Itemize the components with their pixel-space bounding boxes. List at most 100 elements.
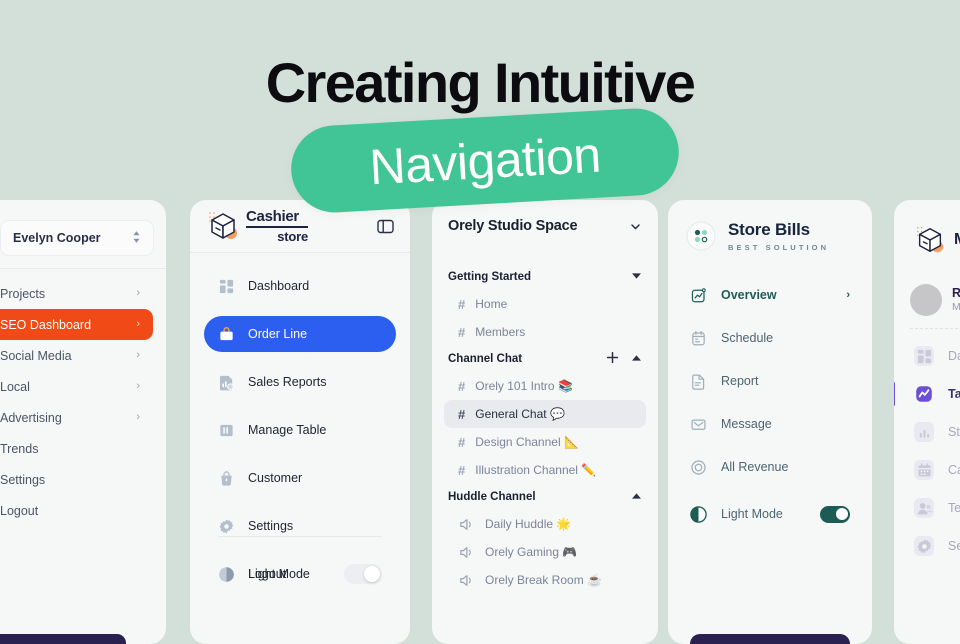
store-bills-nav-item-overview[interactable]: Overview ›	[684, 280, 856, 310]
brand-name: Store Bills	[728, 220, 810, 239]
light-mode-label: Light Mode	[248, 567, 310, 581]
channel-item[interactable]: # Illustration Channel ✏️	[444, 456, 646, 484]
envelope-icon	[690, 416, 707, 433]
nav-item-label: All Revenue	[721, 460, 789, 474]
channel-item[interactable]: Orely Gaming 🎮	[444, 538, 646, 566]
hash-icon: #	[458, 296, 466, 312]
purple-nav-item-4[interactable]: Te	[910, 494, 960, 522]
triangle-down-icon[interactable]	[631, 271, 642, 283]
store-bills-nav-item-schedule[interactable]: Schedule	[684, 323, 856, 353]
channel-item[interactable]: # General Chat 💬	[444, 400, 646, 428]
seo-nav-item-local[interactable]: Local ›	[0, 371, 153, 402]
avatar	[910, 284, 942, 316]
nav-item-label: Manage Table	[248, 423, 327, 437]
report-chart-icon	[218, 374, 235, 391]
channel-item[interactable]: # Orely 101 Intro 📚	[444, 372, 646, 400]
cashier-nav-item-dashboard[interactable]: Dashboard	[204, 268, 396, 304]
chevron-down-icon[interactable]	[629, 220, 642, 233]
nav-item-label: St	[948, 425, 960, 439]
store-bills-nav-list: Overview › Schedule Report Message All Revenu…	[668, 280, 872, 495]
nav-item-label: Trends	[0, 441, 39, 456]
purple-nav-item-1[interactable]: Ta	[894, 380, 960, 408]
channel-item[interactable]: # Design Channel 📐	[444, 428, 646, 456]
purple-nav-item-2[interactable]: St	[910, 418, 960, 446]
purple-nav-item-0[interactable]: Da	[910, 342, 960, 370]
toggle-knob	[364, 566, 380, 582]
cashier-nav-item-order-line[interactable]: Order Line	[204, 316, 396, 352]
half-circle-contrast-icon	[218, 566, 235, 583]
triangle-up-icon[interactable]	[631, 353, 642, 365]
user-selector[interactable]: Evelyn Cooper	[0, 220, 154, 256]
seo-nav-item-social-media[interactable]: Social Media ›	[0, 340, 153, 371]
brand-tagline: BEST SOLUTION	[728, 243, 830, 252]
cashier-store-sidebar-panel: Cashier store Dashboard Order Line Sales R…	[190, 200, 410, 644]
channel-group-title: Getting Started	[448, 271, 532, 283]
brand-rule	[246, 226, 308, 228]
grid-dashboard-icon	[914, 346, 934, 366]
channel-group-header[interactable]: Huddle Channel	[444, 484, 646, 510]
nav-item-label: Customer	[248, 471, 303, 485]
chevron-right-icon: ›	[136, 411, 140, 423]
nav-item-label: Da	[948, 349, 960, 363]
light-mode-toggle[interactable]	[344, 564, 382, 584]
navigation-badge-label: Navigation	[367, 126, 603, 195]
light-mode-toggle[interactable]	[820, 505, 850, 523]
nav-item-label: Local	[0, 379, 30, 394]
seo-nav-item-settings[interactable]: Settings	[0, 464, 153, 495]
brand-line-2: store	[277, 229, 308, 244]
light-mode-row[interactable]: Light Mode	[204, 556, 396, 592]
channel-item[interactable]: Orely Break Room ☕	[444, 566, 646, 594]
bottom-action-bar[interactable]	[0, 634, 126, 644]
channel-item[interactable]: # Members	[444, 318, 646, 346]
store-bills-nav-item-message[interactable]: Message	[684, 409, 856, 439]
plus-icon[interactable]	[606, 351, 619, 367]
channel-list: Getting Started # Home # Members Channel Chat…	[432, 264, 658, 594]
purple-nav-item-3[interactable]: Ca	[910, 456, 960, 484]
bottom-action-bar[interactable]	[690, 634, 850, 644]
seo-nav-item-projects[interactable]: Projects ›	[0, 278, 153, 309]
light-mode-row[interactable]: Light Mode	[684, 499, 856, 529]
channel-label: Design Channel 📐	[475, 435, 579, 449]
store-bills-sidebar-panel: Store Bills BEST SOLUTION Overview › Sched…	[668, 200, 872, 644]
order-receipt-icon	[218, 326, 235, 343]
hash-icon: #	[458, 378, 466, 394]
channel-item[interactable]: # Home	[444, 290, 646, 318]
grid-dashboard-icon	[218, 278, 235, 295]
store-bills-nav-item-all-revenue[interactable]: All Revenue	[684, 452, 856, 482]
seo-nav-item-seo-dashboard[interactable]: SEO Dashboard ›	[0, 309, 153, 340]
nav-item-label: Social Media	[0, 348, 72, 363]
purple-nav-item-5[interactable]: Se	[910, 532, 960, 560]
nav-item-label: Message	[721, 417, 772, 431]
seo-nav-item-logout[interactable]: Logout	[0, 495, 153, 526]
bag-customer-icon	[218, 470, 235, 487]
speaker-icon	[458, 544, 475, 561]
navigation-badge: Navigation	[288, 106, 682, 215]
divider	[218, 536, 382, 537]
seo-nav-item-trends[interactable]: Trends	[0, 433, 153, 464]
nav-item-label: Report	[721, 374, 759, 388]
page-title: Creating Intuitive	[265, 51, 696, 114]
channel-item[interactable]: Daily Huddle 🌟	[444, 510, 646, 538]
seo-nav-item-advertising[interactable]: Advertising ›	[0, 402, 153, 433]
cashier-nav-item-settings[interactable]: Settings	[204, 508, 396, 544]
channel-group-header[interactable]: Getting Started	[444, 264, 646, 290]
task-activity-icon	[914, 384, 934, 404]
box-3d-icon	[914, 224, 946, 256]
cashier-nav-item-sales-reports[interactable]: Sales Reports	[204, 364, 396, 400]
user-name: Evelyn Cooper	[13, 231, 101, 245]
purple-nav-list: Da Ta St Ca Te Se	[894, 342, 960, 570]
sidebar-collapse-icon[interactable]	[377, 218, 394, 235]
nav-item-label: Ta	[948, 387, 960, 401]
store-bills-nav-item-report[interactable]: Report	[684, 366, 856, 396]
cashier-nav-item-customer[interactable]: Customer	[204, 460, 396, 496]
table-columns-icon	[218, 422, 235, 439]
seo-sidebar-panel: Evelyn Cooper Projects › SEO Dashboard › Soc…	[0, 200, 166, 644]
gear-icon	[914, 536, 934, 556]
cashier-nav-item-manage-table[interactable]: Manage Table	[204, 412, 396, 448]
chevron-right-icon: ›	[136, 380, 140, 392]
channel-group-header[interactable]: Channel Chat	[444, 346, 646, 372]
channel-label: Illustration Channel ✏️	[475, 463, 597, 477]
channel-label: General Chat 💬	[475, 407, 565, 421]
triangle-up-icon[interactable]	[631, 491, 642, 503]
user-profile[interactable]: Ro Me	[910, 284, 960, 316]
